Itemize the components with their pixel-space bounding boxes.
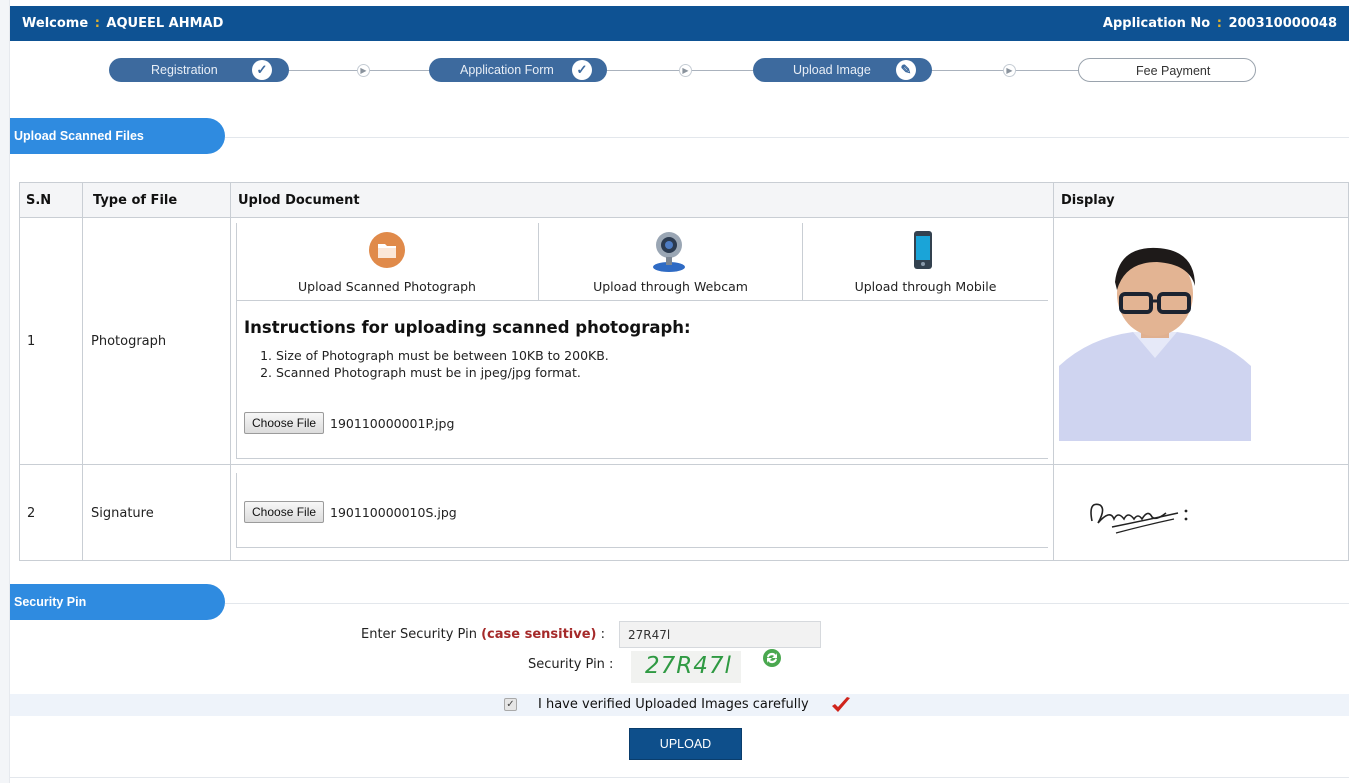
instructions-panel: Instructions for uploading scanned photo…	[244, 318, 691, 381]
mobile-icon	[914, 231, 932, 269]
row-sn: 1	[27, 334, 36, 349]
table-header: S.N Type of File Uplod Document Display	[20, 183, 1348, 218]
row-divider	[20, 464, 1348, 465]
box-border	[236, 473, 237, 547]
appno-value: 200310000048	[1228, 16, 1337, 31]
left-edge-bar	[0, 0, 10, 783]
instructions-list: Size of Photograph must be between 10KB …	[276, 347, 691, 381]
welcome-separator: :	[94, 16, 100, 31]
instruction-item: Size of Photograph must be between 10KB …	[276, 347, 691, 364]
section-security-pin: Security Pin	[10, 584, 225, 620]
step-application-form[interactable]: Application Form ✓	[429, 58, 607, 82]
arrow-right-icon: ▶	[679, 64, 692, 77]
security-pin-input[interactable]: 27R47l	[619, 621, 821, 648]
top-header: Welcome : AQUEEL AHMAD Application No : …	[10, 6, 1349, 41]
arrow-right-icon: ▶	[1003, 64, 1016, 77]
photo-file-name: 190110000001P.jpg	[330, 415, 455, 431]
case-sensitive-note: (case sensitive)	[481, 627, 597, 642]
row-sn: 2	[27, 506, 36, 521]
box-border	[236, 547, 1048, 548]
section-title: Upload Scanned Files	[14, 129, 144, 143]
enter-pin-label: Enter Security Pin (case sensitive) :	[361, 627, 605, 642]
col-sn: S.N	[26, 193, 52, 208]
pencil-icon: ✎	[896, 60, 916, 80]
instruction-item: Scanned Photograph must be in jpeg/jpg f…	[276, 364, 691, 381]
photo-file-input[interactable]: Choose File 190110000001P.jpg	[244, 412, 454, 434]
verify-checkbox[interactable]: ✓	[504, 698, 517, 711]
choose-file-button[interactable]: Choose File	[244, 412, 325, 434]
user-name: AQUEEL AHMAD	[106, 16, 224, 31]
webcam-icon	[653, 232, 685, 272]
signature-file-input[interactable]: Choose File 190110000010S.jpg	[244, 501, 457, 523]
section-divider	[225, 137, 1349, 138]
step-registration[interactable]: Registration ✓	[109, 58, 289, 82]
refresh-icon[interactable]	[762, 648, 782, 668]
enter-pin-text: Enter Security Pin	[361, 627, 477, 642]
step-fee-payment[interactable]: Fee Payment	[1078, 58, 1256, 82]
photograph-preview	[1059, 246, 1251, 441]
row-type: Signature	[91, 506, 154, 521]
option-label: Upload through Mobile	[854, 279, 997, 294]
appno-separator: :	[1216, 16, 1222, 31]
choose-file-button[interactable]: Choose File	[244, 501, 325, 523]
pin-colon: :	[600, 627, 606, 642]
section-divider	[225, 603, 1349, 604]
col-divider	[1053, 183, 1054, 560]
welcome-label: Welcome	[22, 16, 89, 31]
signature-file-name: 190110000010S.jpg	[330, 504, 457, 520]
upload-options: Upload Scanned Photograph Upload through…	[236, 223, 1048, 301]
files-table: S.N Type of File Uplod Document Display …	[19, 182, 1349, 561]
col-divider	[230, 183, 231, 560]
row-type: Photograph	[91, 334, 167, 349]
red-check-icon	[832, 697, 850, 712]
upload-mobile-option[interactable]: Upload through Mobile	[803, 223, 1048, 301]
section-upload-files: Upload Scanned Files	[10, 118, 225, 154]
step-label: Registration	[151, 63, 218, 77]
bottom-divider	[10, 777, 1349, 778]
step-upload-image[interactable]: Upload Image ✎	[753, 58, 932, 82]
check-icon: ✓	[572, 60, 592, 80]
step-label: Upload Image	[793, 63, 871, 77]
box-border	[236, 223, 237, 459]
appno-label: Application No	[1102, 16, 1211, 31]
verify-row: ✓ I have verified Uploaded Images carefu…	[10, 694, 1349, 716]
instructions-title: Instructions for uploading scanned photo…	[244, 318, 691, 337]
verify-label: I have verified Uploaded Images carefull…	[538, 697, 809, 712]
col-display: Display	[1061, 193, 1115, 208]
application-number: Application No : 200310000048	[1103, 16, 1337, 31]
step-label: Fee Payment	[1136, 64, 1211, 78]
upload-webcam-option[interactable]: Upload through Webcam	[539, 223, 802, 301]
section-title: Security Pin	[14, 595, 87, 609]
step-label: Application Form	[460, 63, 554, 77]
option-label: Upload through Webcam	[593, 279, 748, 294]
col-divider	[82, 183, 83, 560]
upload-scanned-option[interactable]: Upload Scanned Photograph	[236, 223, 538, 301]
welcome-text: Welcome : AQUEEL AHMAD	[22, 16, 223, 31]
folder-icon	[369, 232, 405, 268]
col-type: Type of File	[93, 193, 178, 208]
progress-stepper: Registration ✓ ▶ Application Form ✓ ▶ Up…	[10, 41, 1349, 101]
option-label: Upload Scanned Photograph	[298, 279, 476, 294]
check-icon: ✓	[252, 60, 272, 80]
box-border	[236, 458, 1048, 459]
upload-button[interactable]: UPLOAD	[629, 728, 742, 760]
security-pin-label: Security Pin :	[528, 657, 614, 672]
col-document: Uplod Document	[238, 193, 360, 208]
captcha-image: 27R47l	[631, 651, 741, 683]
arrow-right-icon: ▶	[357, 64, 370, 77]
signature-preview	[1090, 503, 1188, 534]
